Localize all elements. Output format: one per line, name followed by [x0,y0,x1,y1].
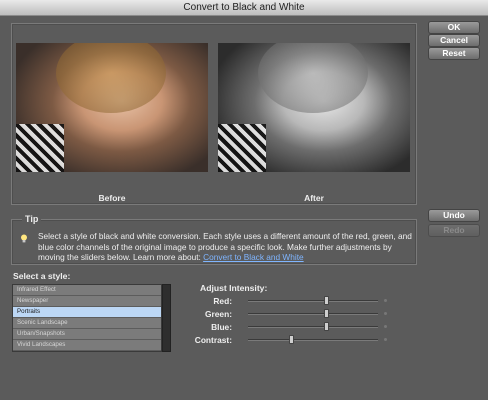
green-slider-track[interactable] [248,309,378,318]
contrast-slider-thumb[interactable] [289,335,294,344]
green-slider-thumb[interactable] [324,309,329,318]
adjust-intensity-label: Adjust Intensity: [200,283,268,293]
style-item-urban-snapshots[interactable]: Urban/Snapshots [13,329,161,340]
red-slider-thumb[interactable] [324,296,329,305]
green-label: Green: [205,309,232,319]
blue-slider-thumb[interactable] [324,322,329,331]
style-list-scrollbar[interactable] [162,284,171,352]
blue-slider-row: Blue: [196,322,396,332]
tip-text: Select a style of black and white conver… [38,231,418,263]
style-item-newspaper[interactable]: Newspaper [13,296,161,307]
contrast-slider-track[interactable] [248,335,378,344]
after-image [218,43,410,172]
learn-more-link[interactable]: Convert to Black and White [203,252,304,262]
style-list-label: Select a style: [13,271,71,281]
blue-slider-end-icon [384,325,387,328]
ok-button[interactable]: OK [428,21,480,34]
style-item-scenic-landscape[interactable]: Scenic Landscape [13,318,161,329]
after-label: After [304,193,324,203]
redo-button[interactable]: Redo [428,224,480,237]
contrast-slider-end-icon [384,338,387,341]
contrast-slider-row: Contrast: [194,335,396,345]
blue-label: Blue: [211,322,232,332]
reset-button[interactable]: Reset [428,47,480,60]
red-slider-end-icon [384,299,387,302]
red-slider-row: Red: [196,296,396,306]
red-label: Red: [213,296,232,306]
red-slider-track[interactable] [248,296,378,305]
before-image [16,43,208,172]
style-list[interactable]: Infrared Effect Newspaper Portraits Scen… [12,284,162,352]
style-item-portraits[interactable]: Portraits [13,307,161,318]
undo-button[interactable]: Undo [428,209,480,222]
green-slider-end-icon [384,312,387,315]
window-title: Convert to Black and White [0,0,488,16]
green-slider-row: Green: [196,309,396,319]
contrast-label: Contrast: [194,335,232,345]
cancel-button[interactable]: Cancel [428,34,480,47]
tip-title: Tip [22,214,42,224]
lightbulb-icon [21,234,27,243]
style-item-infrared-effect[interactable]: Infrared Effect [13,285,161,296]
blue-slider-track[interactable] [248,322,378,331]
style-item-vivid-landscapes[interactable]: Vivid Landscapes [13,340,161,351]
before-label: Before [98,193,126,203]
